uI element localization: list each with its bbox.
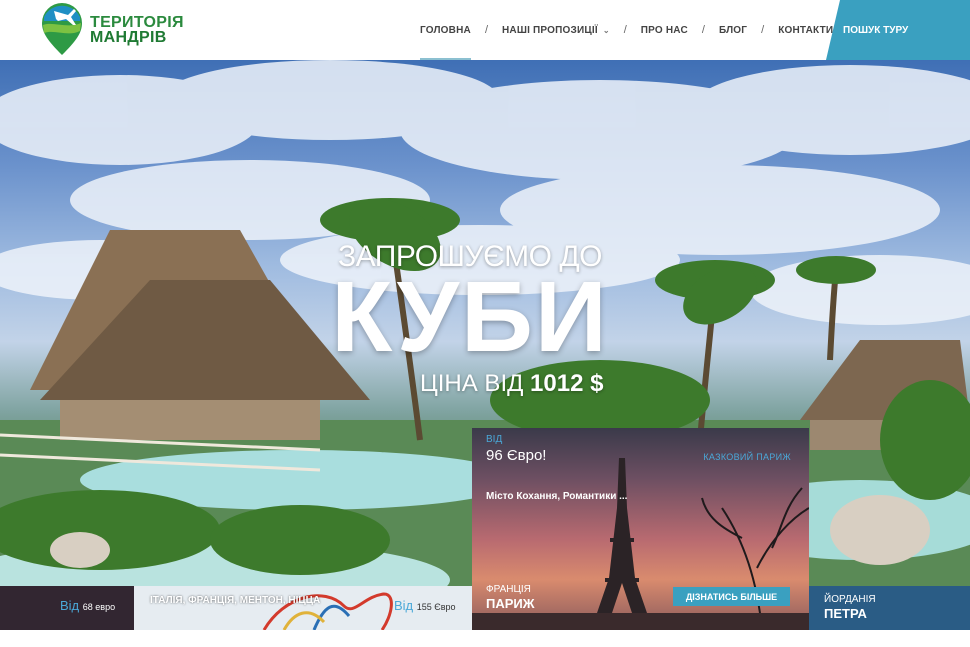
main-nav: ГОЛОВНА / НАШІ ПРОПОЗИЦІЇ ⌄ / ПРО НАС / Б… — [420, 0, 833, 60]
tour-card-middle[interactable]: ІТАЛІЯ, ФРАНЦІЯ, МЕНТОН, НІЦЦА Від 155 Є… — [134, 586, 472, 630]
nav-label-offers: НАШІ ПРОПОЗИЦІЇ — [502, 24, 598, 36]
nav-item-about[interactable]: ПРО НАС — [641, 0, 688, 60]
tour-country: ЙОРДАНІЯ — [824, 594, 876, 605]
learn-more-button[interactable]: ДІЗНАТИСЬ БІЛЬШЕ — [673, 587, 790, 606]
site-logo[interactable]: ТЕРИТОРІЯ МАНДРІВ — [38, 3, 183, 59]
nav-item-offers[interactable]: НАШІ ПРОПОЗИЦІЇ ⌄ — [502, 0, 610, 60]
tour-price: Від 68 евро — [60, 598, 115, 613]
nav-item-contacts[interactable]: КОНТАКТИ — [778, 0, 833, 60]
tour-city: ПЕТРА — [824, 606, 867, 621]
tour-card-left[interactable]: Від 68 евро — [0, 586, 134, 630]
tour-tag: КАЗКОВИЙ ПАРИЖ — [703, 452, 791, 462]
nav-separator: / — [761, 24, 765, 36]
page-bottom — [0, 630, 970, 647]
hero-price-prefix: ЦІНА ВІД — [420, 370, 524, 397]
tour-price-from: ВІД — [486, 434, 503, 445]
site-header: ТЕРИТОРІЯ МАНДРІВ ГОЛОВНА / НАШІ ПРОПОЗИ… — [0, 0, 970, 60]
nav-label-contacts: КОНТАКТИ — [778, 24, 834, 36]
tour-city: ПАРИЖ — [486, 596, 535, 611]
tour-price-from: Від — [394, 598, 414, 613]
tour-price-value: 68 евро — [82, 602, 116, 612]
hero-title: КУБИ — [331, 261, 609, 373]
tour-country: ФРАНЦІЯ — [486, 584, 531, 595]
nav-label-about: ПРО НАС — [640, 24, 688, 36]
tour-title: ІТАЛІЯ, ФРАНЦІЯ, МЕНТОН, НІЦЦА — [150, 595, 321, 606]
nav-label-blog: БЛОГ — [718, 24, 748, 36]
search-tour-button[interactable]: ПОШУК ТУРУ — [826, 0, 970, 60]
tour-description: Місто Кохання, Романтики ... — [486, 491, 628, 502]
logo-line-2: МАНДРІВ — [90, 29, 167, 46]
nav-separator: / — [484, 24, 488, 36]
nav-label-home: ГОЛОВНА — [420, 24, 471, 36]
tour-price: Від 155 Євро — [394, 598, 456, 613]
nav-item-home[interactable]: ГОЛОВНА — [420, 0, 471, 60]
chevron-down-icon: ⌄ — [602, 25, 610, 35]
tour-card-right[interactable]: ЙОРДАНІЯ ПЕТРА — [809, 586, 970, 630]
learn-more-label: ДІЗНАТИСЬ БІЛЬШЕ — [685, 591, 778, 602]
tour-price-value: 96 Євро! — [486, 447, 547, 464]
nav-item-blog[interactable]: БЛОГ — [719, 0, 747, 60]
nav-separator: / — [623, 24, 627, 36]
tour-price-value: 155 Євро — [416, 602, 456, 612]
featured-tour-card[interactable]: ВІД 96 Євро! КАЗКОВИЙ ПАРИЖ Місто Коханн… — [472, 428, 809, 630]
hero-price: ЦІНА ВІД 1012 $ — [420, 370, 603, 398]
tour-price-from: Від — [60, 598, 80, 613]
hero-price-value: 1012 $ — [530, 370, 604, 397]
nav-separator: / — [701, 24, 705, 36]
logo-text: ТЕРИТОРІЯ МАНДРІВ — [90, 15, 184, 46]
search-tour-label: ПОШУК ТУРУ — [843, 24, 909, 36]
globe-plane-icon — [42, 3, 82, 55]
